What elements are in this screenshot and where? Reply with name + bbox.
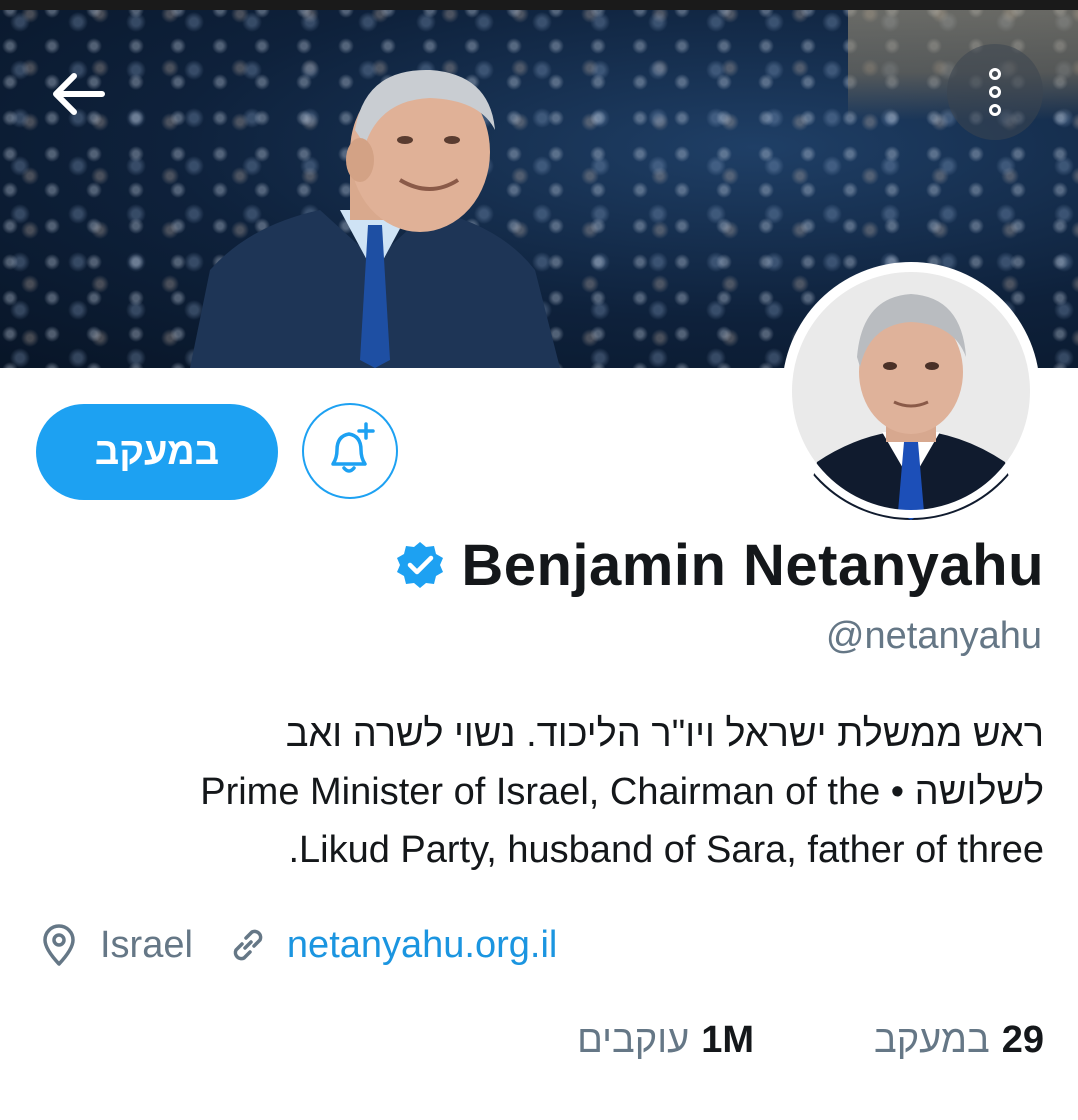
username-handle: @netanyahu <box>825 615 1042 657</box>
verified-badge-icon <box>397 542 444 588</box>
following-stat[interactable]: 29 במעקב <box>874 1019 1044 1062</box>
profile-meta: Israel netanyahu.org.il <box>40 915 557 975</box>
more-vertical-icon <box>989 68 1001 80</box>
following-button[interactable]: במעקב <box>36 404 278 500</box>
following-label: במעקב <box>873 1018 990 1061</box>
profile-avatar[interactable] <box>782 262 1040 520</box>
website-link[interactable]: netanyahu.org.il <box>287 924 557 967</box>
bio-line: ראש ממשלת ישראל ויו"ר הליכוד. נשוי לשרה … <box>285 713 1044 755</box>
arrow-left-icon <box>53 73 105 115</box>
display-name: Benjamin Netanyahu <box>461 532 1044 598</box>
bell-plus-icon <box>331 422 375 473</box>
notifications-button[interactable] <box>302 403 398 499</box>
more-dot <box>989 104 1001 116</box>
profile-stats: 29 במעקב 1M עוקבים <box>577 1010 1044 1070</box>
more-dot <box>989 86 1001 98</box>
display-name-row: Benjamin Netanyahu <box>395 530 1044 600</box>
bio-line: לשלושה • Prime Minister of Israel, Chair… <box>200 771 1044 813</box>
back-button[interactable] <box>46 62 110 126</box>
location-pin-icon <box>43 924 75 966</box>
followers-stat[interactable]: 1M עוקבים <box>577 1019 754 1062</box>
banner-person-image <box>190 69 560 368</box>
profile-bio: ראש ממשלת ישראל ויו"ר הליכוד. נשוי לשרה … <box>44 705 1044 879</box>
followers-count: 1M <box>701 1018 754 1061</box>
status-bar-shade <box>0 0 1078 10</box>
bio-line: Likud Party, husband of Sara, father of … <box>288 829 1044 871</box>
followers-label: עוקבים <box>577 1018 690 1061</box>
more-options-button[interactable] <box>947 44 1043 140</box>
link-icon <box>233 929 263 961</box>
following-button-label: במעקב <box>94 430 220 473</box>
avatar-image <box>784 264 1038 520</box>
location-text: Israel <box>100 923 193 966</box>
following-count: 29 <box>1001 1018 1044 1061</box>
